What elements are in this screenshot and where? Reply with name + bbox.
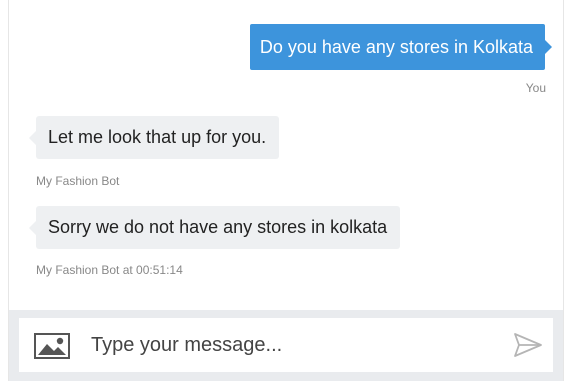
send-icon[interactable] [513, 332, 543, 358]
message-input[interactable] [83, 328, 499, 362]
chat-window: Do you have any stores in Kolkata You Le… [8, 0, 564, 381]
bot-message-bubble: Let me look that up for you. [28, 116, 280, 159]
image-icon[interactable] [34, 333, 70, 359]
message-sender-label: My Fashion Bot [36, 174, 120, 188]
message-text: Do you have any stores in Kolkata [259, 37, 533, 57]
message-text: Let me look that up for you. [48, 127, 267, 147]
message-sender-label: You [525, 81, 546, 95]
message-timestamp-label: My Fashion Bot at 00:51:14 [36, 263, 183, 277]
composer [19, 318, 553, 372]
bot-message-bubble: Sorry we do not have any stores in kolka… [28, 206, 401, 249]
message-text: Sorry we do not have any stores in kolka… [48, 217, 388, 237]
user-message-bubble: Do you have any stores in Kolkata [249, 24, 553, 70]
